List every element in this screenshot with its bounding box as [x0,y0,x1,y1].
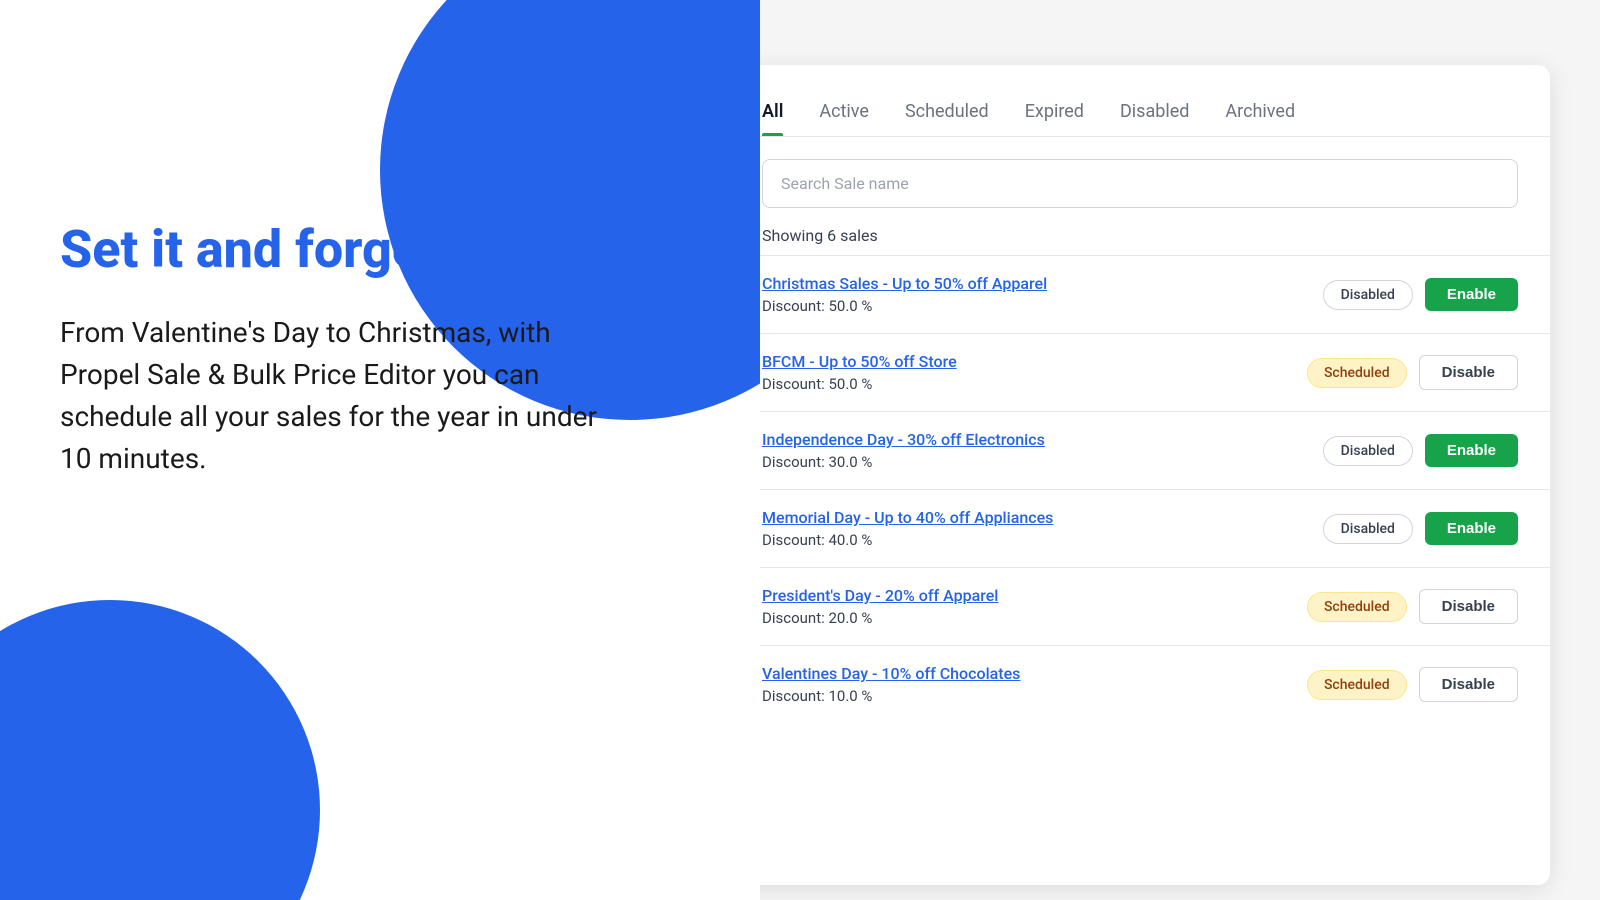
sale-info: Valentines Day - 10% off Chocolates Disco… [762,664,1307,705]
sale-discount: Discount: 30.0 % [762,453,1323,471]
sale-discount: Discount: 40.0 % [762,531,1323,549]
tabs-container: All Active Scheduled Expired Disabled Ar… [730,65,1550,137]
sale-name[interactable]: Memorial Day - Up to 40% off Appliances [762,508,1323,527]
status-badge: Scheduled [1307,592,1407,622]
table-row: President's Day - 20% off Apparel Discoun… [730,567,1550,645]
table-row: Memorial Day - Up to 40% off AppliancesD… [730,489,1550,567]
sale-actions: Disabled Enable [1323,434,1518,467]
sale-actions: Disabled Enable [1323,512,1518,545]
tab-all[interactable]: All [762,101,783,136]
sale-actions: Scheduled Disable [1307,355,1518,390]
sale-discount: Discount: 10.0 % [762,687,1307,705]
sale-name[interactable]: Valentines Day - 10% off Chocolates [762,664,1307,683]
sale-name[interactable]: Independence Day - 30% off Electronics [762,430,1323,449]
status-badge: Disabled [1323,280,1413,310]
sale-actions: Disabled Enable [1323,278,1518,311]
status-badge: Disabled [1323,514,1413,544]
status-badge: Disabled [1323,436,1413,466]
sale-name[interactable]: President's Day - 20% off Apparel [762,586,1307,605]
tab-disabled[interactable]: Disabled [1120,101,1189,136]
sales-card: All Active Scheduled Expired Disabled Ar… [730,65,1550,885]
sale-actions: Scheduled Disable [1307,589,1518,624]
sale-info: Memorial Day - Up to 40% off Appliances D… [762,508,1323,549]
enable-button[interactable]: Enable [1425,512,1518,545]
table-row: BFCM - Up to 50% off Store Discount: 50.0… [730,333,1550,411]
disable-button[interactable]: Disable [1419,589,1518,624]
table-row: Independence Day - 30% off ElectronicsDi… [730,411,1550,489]
sale-discount: Discount: 50.0 % [762,375,1307,393]
enable-button[interactable]: Enable [1425,434,1518,467]
sale-info: Christmas Sales - Up to 50% off Apparel D… [762,274,1323,315]
enable-button[interactable]: Enable [1425,278,1518,311]
tab-scheduled[interactable]: Scheduled [905,101,989,136]
body-text: From Valentine's Day to Christmas, with … [60,312,620,480]
sales-list: Christmas Sales - Up to 50% off ApparelD… [730,255,1550,723]
tab-archived[interactable]: Archived [1225,101,1295,136]
headline: Set it and forget it [60,220,620,280]
right-panel: All Active Scheduled Expired Disabled Ar… [760,0,1600,900]
left-content: Set it and forget it From Valentine's Da… [60,220,620,480]
sale-discount: Discount: 50.0 % [762,297,1323,315]
sale-name[interactable]: BFCM - Up to 50% off Store [762,352,1307,371]
tab-active[interactable]: Active [819,101,869,136]
disable-button[interactable]: Disable [1419,355,1518,390]
sale-info: BFCM - Up to 50% off Store Discount: 50.0… [762,352,1307,393]
disable-button[interactable]: Disable [1419,667,1518,702]
sale-discount: Discount: 20.0 % [762,609,1307,627]
sale-actions: Scheduled Disable [1307,667,1518,702]
status-badge: Scheduled [1307,670,1407,700]
blue-arc-bottom-decoration [0,600,320,900]
table-row: Valentines Day - 10% off Chocolates Disco… [730,645,1550,723]
table-row: Christmas Sales - Up to 50% off ApparelD… [730,255,1550,333]
status-badge: Scheduled [1307,358,1407,388]
showing-count: Showing 6 sales [762,226,1518,245]
sale-name[interactable]: Christmas Sales - Up to 50% off Apparel [762,274,1323,293]
search-input[interactable]: Search Sale name [762,159,1518,208]
left-panel: Set it and forget it From Valentine's Da… [0,0,760,900]
tab-expired[interactable]: Expired [1025,101,1084,136]
sale-info: President's Day - 20% off Apparel Discoun… [762,586,1307,627]
sale-info: Independence Day - 30% off Electronics Di… [762,430,1323,471]
